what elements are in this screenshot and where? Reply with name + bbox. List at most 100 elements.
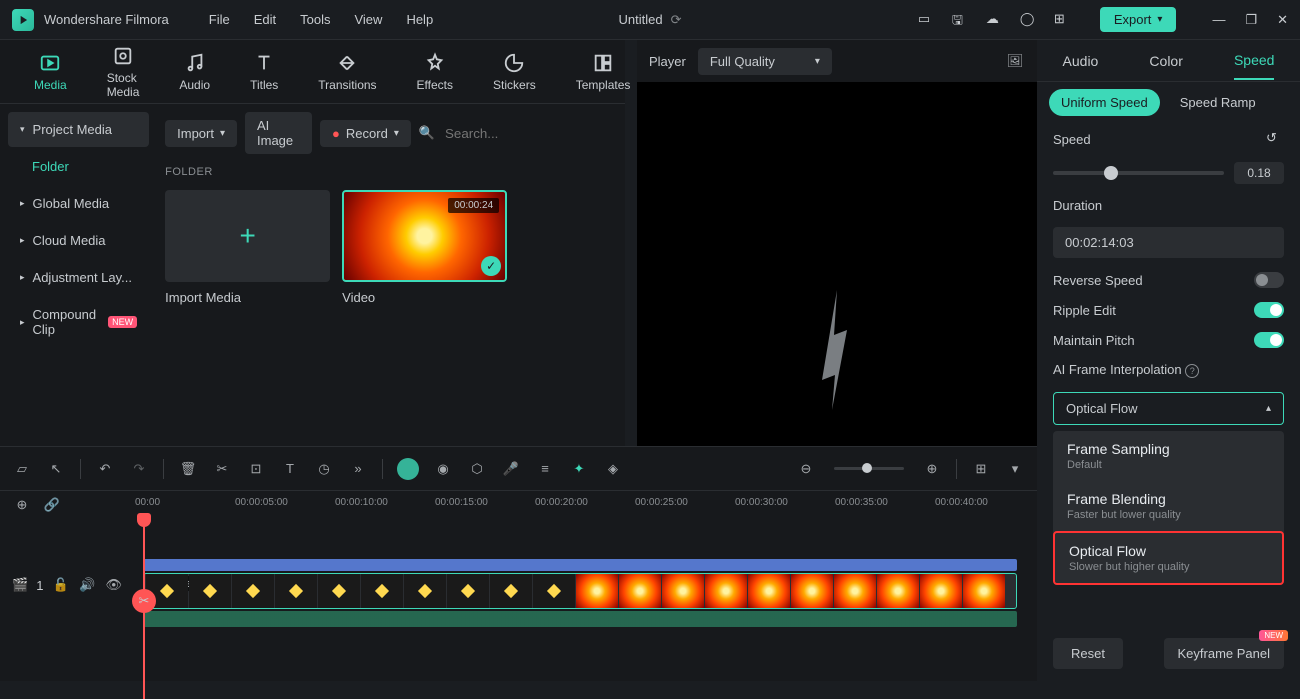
video-media-card[interactable]: 00:00:24 ✓ Video <box>342 190 507 305</box>
pointer-tool-icon[interactable]: ▱ <box>12 459 32 479</box>
shield-icon[interactable]: ⬡ <box>467 459 487 479</box>
tab-stock-media[interactable]: Stock Media <box>93 41 154 103</box>
maintain-pitch-toggle[interactable] <box>1254 332 1284 348</box>
close-button[interactable]: ✕ <box>1277 12 1288 28</box>
ripple-edit-toggle[interactable] <box>1254 302 1284 318</box>
headphones-icon[interactable]: ◯ <box>1020 11 1038 29</box>
ai-image-button[interactable]: AI Image <box>245 112 312 154</box>
folder-section-label: FOLDER <box>165 166 677 178</box>
minimize-button[interactable]: — <box>1212 12 1225 28</box>
save-icon[interactable]: 🖫 <box>952 11 970 29</box>
sidebar-compound-clip[interactable]: ▸Compound ClipNEW <box>8 297 149 347</box>
sidebar-global-media[interactable]: ▸Global Media <box>8 186 149 221</box>
info-icon[interactable]: ? <box>1185 364 1199 378</box>
tab-transitions[interactable]: Transitions <box>304 48 390 96</box>
redo-icon[interactable]: ↷ <box>129 459 149 479</box>
player-label: Player <box>649 54 686 69</box>
duration-label: Duration <box>1053 198 1284 213</box>
marker-icon[interactable]: ✦ <box>569 459 589 479</box>
ai-interpolation-dropdown[interactable]: Optical Flow ▴ <box>1053 392 1284 425</box>
more-tools-icon[interactable]: » <box>348 459 368 479</box>
record-button[interactable]: ●Record▾ <box>320 120 411 147</box>
color-wheel-icon[interactable]: ◉ <box>433 459 453 479</box>
video-clip[interactable]: ▶Video <box>143 573 1017 609</box>
screen-icon[interactable]: ▭ <box>918 11 936 29</box>
select-tool-icon[interactable]: ↖ <box>46 459 66 479</box>
face-icon[interactable] <box>397 458 419 480</box>
tab-audio[interactable]: Audio <box>165 48 224 96</box>
link-icon[interactable]: 🔗 <box>42 495 62 515</box>
zoom-in-icon[interactable]: ⊕ <box>922 459 942 479</box>
export-button[interactable]: Export ▾ <box>1100 7 1177 32</box>
import-media-card[interactable]: + Import Media <box>165 190 330 305</box>
tab-titles[interactable]: Titles <box>236 48 292 96</box>
title-bar: Wondershare Filmora File Edit Tools View… <box>0 0 1300 40</box>
speed-icon[interactable]: ◷ <box>314 459 334 479</box>
tab-speed-inspector[interactable]: Speed <box>1234 42 1274 80</box>
chevron-down-icon: ▾ <box>815 56 820 67</box>
lock-track-icon[interactable]: 🔓 <box>51 575 70 595</box>
menu-help[interactable]: Help <box>406 12 433 27</box>
option-frame-blending[interactable]: Frame Blending Faster but lower quality <box>1053 481 1284 531</box>
hide-track-icon[interactable]: 👁 <box>104 575 123 595</box>
search-input[interactable] <box>439 120 628 147</box>
cut-at-playhead-icon[interactable]: ✂ <box>132 589 156 613</box>
playhead[interactable]: ✂ <box>143 519 145 699</box>
option-frame-sampling[interactable]: Frame Sampling Default <box>1053 431 1284 481</box>
cloud-icon[interactable]: ☁ <box>986 11 1004 29</box>
mute-track-icon[interactable]: 🔊 <box>78 575 97 595</box>
sidebar-cloud-media[interactable]: ▸Cloud Media <box>8 223 149 258</box>
reverse-speed-label: Reverse Speed <box>1053 273 1143 288</box>
tab-audio-inspector[interactable]: Audio <box>1063 43 1099 79</box>
quality-dropdown[interactable]: Full Quality ▾ <box>698 48 832 75</box>
audio-waveform[interactable] <box>143 611 1017 627</box>
sync-icon[interactable]: ⟳ <box>671 12 682 28</box>
reset-speed-icon[interactable]: ↺ <box>1266 130 1284 148</box>
timeline-ruler[interactable]: 00:00 00:00:05:00 00:00:10:00 00:00:15:0… <box>135 491 1037 519</box>
menu-view[interactable]: View <box>354 12 382 27</box>
tab-effects[interactable]: Effects <box>403 48 467 96</box>
apps-icon[interactable]: ⊞ <box>1054 11 1072 29</box>
menu-tools[interactable]: Tools <box>300 12 330 27</box>
text-icon[interactable]: T <box>280 459 300 479</box>
zoom-out-icon[interactable]: ⊖ <box>796 459 816 479</box>
menu-edit[interactable]: Edit <box>254 12 276 27</box>
preview-content <box>787 280 887 420</box>
maximize-button[interactable]: ❐ <box>1245 12 1257 28</box>
project-media-header[interactable]: ▾ Project Media <box>8 112 149 147</box>
duration-input[interactable]: 00:02:14:03 <box>1053 227 1284 258</box>
cut-icon[interactable]: ✂ <box>212 459 232 479</box>
settings-dropdown-icon[interactable]: ▾ <box>1005 459 1025 479</box>
duration-badge: 00:00:24 <box>448 198 499 213</box>
app-icon <box>12 9 34 31</box>
speed-slider[interactable] <box>1053 171 1224 175</box>
tab-color-inspector[interactable]: Color <box>1149 43 1182 79</box>
option-optical-flow[interactable]: Optical Flow Slower but higher quality <box>1053 531 1284 585</box>
timeline-toolbar: ▱ ↖ ↶ ↷ 🗑 ✂ ⊡ T ◷ » ◉ ⬡ 🎤 ≡ ✦ ◈ ⊖ ⊕ ⊞ ▾ <box>0 447 1037 491</box>
tab-stickers[interactable]: Stickers <box>479 48 550 96</box>
zoom-slider[interactable] <box>834 467 904 470</box>
track-add-icon[interactable]: ⊕ <box>12 495 32 515</box>
tab-media[interactable]: Media <box>20 48 81 96</box>
delete-icon[interactable]: 🗑 <box>178 459 198 479</box>
mic-icon[interactable]: 🎤 <box>501 459 521 479</box>
import-button[interactable]: Import▾ <box>165 120 237 147</box>
undo-icon[interactable]: ↶ <box>95 459 115 479</box>
folder-item[interactable]: Folder <box>8 149 149 184</box>
uniform-speed-tab[interactable]: Uniform Speed <box>1049 89 1160 116</box>
list-icon[interactable]: ≡ <box>535 459 555 479</box>
keyframe-icon[interactable]: ◈ <box>603 459 623 479</box>
tab-templates[interactable]: Templates <box>562 48 645 96</box>
sidebar-adjustment-layer[interactable]: ▸Adjustment Lay... <box>8 260 149 295</box>
reset-button[interactable]: Reset <box>1053 638 1123 669</box>
speed-label: Speed <box>1053 132 1091 147</box>
crop-icon[interactable]: ⊡ <box>246 459 266 479</box>
speed-value[interactable]: 0.18 <box>1234 162 1284 184</box>
reverse-speed-toggle[interactable] <box>1254 272 1284 288</box>
snapshot-icon[interactable]: 🖼 <box>1005 51 1025 71</box>
keyframe-panel-button[interactable]: Keyframe Panel NEW <box>1164 638 1285 669</box>
clip-bar[interactable] <box>143 559 1017 571</box>
grid-view-icon[interactable]: ⊞ <box>971 459 991 479</box>
menu-file[interactable]: File <box>209 12 230 27</box>
speed-ramp-tab[interactable]: Speed Ramp <box>1168 89 1268 116</box>
